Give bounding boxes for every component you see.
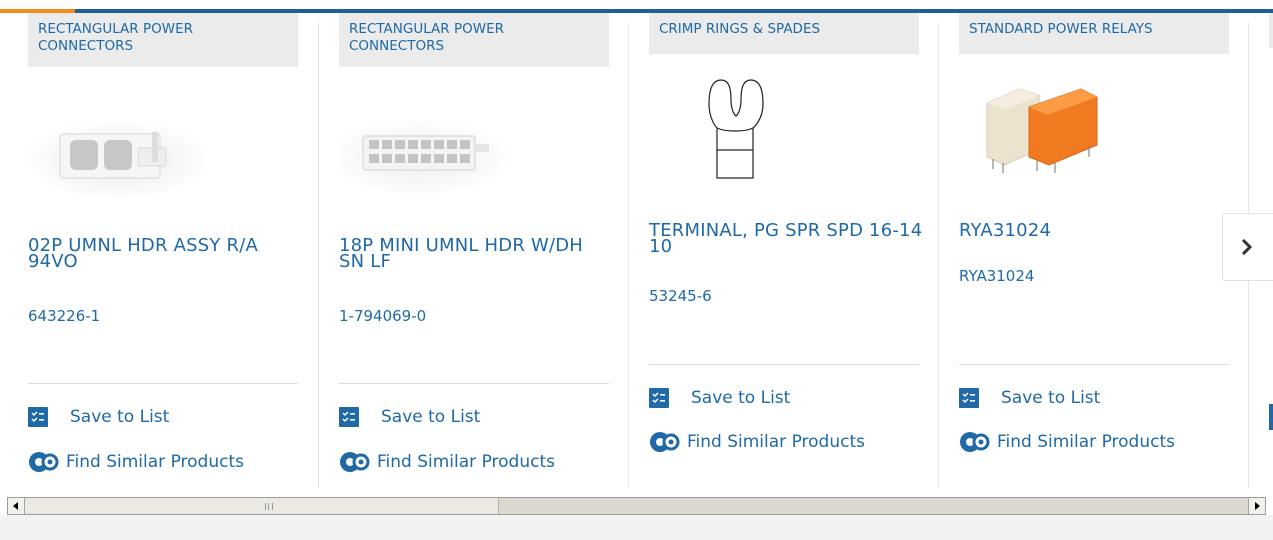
grip-icon xyxy=(265,503,273,510)
product-image[interactable] xyxy=(324,88,609,208)
similar-label: Find Similar Products xyxy=(997,432,1175,452)
footer-area xyxy=(0,515,1273,540)
save-to-list-button[interactable]: Save to List xyxy=(339,405,480,429)
part-number[interactable]: 643226-1 xyxy=(28,307,100,325)
carousel-next-button[interactable] xyxy=(1222,213,1273,281)
checklist-icon xyxy=(28,407,48,427)
product-title[interactable]: 02P UMNL HDR ASSY R/A 94VO xyxy=(28,237,303,271)
product-card: RECTANGULAR POWER CONNECTORS 02P UMNL HD… xyxy=(23,13,318,488)
divider xyxy=(339,383,609,384)
find-similar-button[interactable]: Find Similar Products xyxy=(649,430,865,454)
product-image[interactable] xyxy=(23,88,298,208)
product-title[interactable]: RYA31024 xyxy=(959,222,1234,240)
product-carousel: RECTANGULAR POWER CONNECTORS 02P UMNL HD… xyxy=(0,13,1273,493)
part-number[interactable]: 53245-6 xyxy=(649,287,712,305)
scrollbar-thumb[interactable] xyxy=(25,498,499,514)
similar-label: Find Similar Products xyxy=(377,452,555,472)
save-to-list-button[interactable]: Save to List xyxy=(959,386,1100,410)
divider xyxy=(28,383,298,384)
find-similar-button[interactable]: Find Similar Products xyxy=(339,450,555,474)
product-card: RECTANGULAR POWER CONNECTORS 18P MINI UM… xyxy=(324,13,629,488)
divider xyxy=(959,364,1229,365)
save-label: Save to List xyxy=(381,407,481,427)
product-card: STANDARD POWER RELAYS RYA31024 RYA31024 … xyxy=(959,13,1249,488)
gear-icon xyxy=(960,432,990,452)
category-tag[interactable]: CRIMP RINGS & SPADES xyxy=(649,13,919,54)
find-similar-button[interactable]: Find Similar Products xyxy=(959,430,1175,454)
find-similar-button[interactable]: Find Similar Products xyxy=(28,450,244,474)
save-to-list-button[interactable]: Save to List xyxy=(649,386,790,410)
card-separator xyxy=(628,23,629,488)
part-number[interactable]: 1-794069-0 xyxy=(339,307,426,325)
save-label: Save to List xyxy=(70,407,170,427)
product-image[interactable] xyxy=(649,78,919,198)
save-label: Save to List xyxy=(691,388,791,408)
triangle-left-icon xyxy=(13,502,18,510)
next-card-save-icon[interactable] xyxy=(1269,404,1273,430)
similar-label: Find Similar Products xyxy=(687,432,865,452)
product-title[interactable]: 18P MINI UMNL HDR W/DH SN LF xyxy=(339,237,614,271)
product-image[interactable] xyxy=(959,73,1229,193)
next-card-category-tag[interactable] xyxy=(1269,13,1273,48)
card-separator xyxy=(938,23,939,488)
horizontal-scrollbar[interactable] xyxy=(7,497,1266,515)
scroll-left-button[interactable] xyxy=(8,498,25,514)
checklist-icon xyxy=(649,388,669,408)
product-card: CRIMP RINGS & SPADES TERMINAL, PG SPR SP… xyxy=(649,13,939,488)
save-label: Save to List xyxy=(1001,388,1101,408)
checklist-icon xyxy=(959,388,979,408)
scroll-right-button[interactable] xyxy=(1248,498,1265,514)
gear-icon xyxy=(29,452,59,472)
gear-icon xyxy=(340,452,370,472)
card-separator xyxy=(318,23,319,488)
save-to-list-button[interactable]: Save to List xyxy=(28,405,169,429)
category-tag[interactable]: RECTANGULAR POWER CONNECTORS xyxy=(28,13,298,67)
category-tag[interactable]: RECTANGULAR POWER CONNECTORS xyxy=(339,13,609,67)
checklist-icon xyxy=(339,407,359,427)
part-number[interactable]: RYA31024 xyxy=(959,267,1034,285)
similar-label: Find Similar Products xyxy=(66,452,244,472)
product-title[interactable]: TERMINAL, PG SPR SPD 16-14 10 xyxy=(649,222,924,256)
chevron-right-icon xyxy=(1241,238,1253,256)
gear-icon xyxy=(650,432,680,452)
divider xyxy=(649,364,919,365)
triangle-right-icon xyxy=(1255,502,1260,510)
category-tag[interactable]: STANDARD POWER RELAYS xyxy=(959,13,1229,54)
